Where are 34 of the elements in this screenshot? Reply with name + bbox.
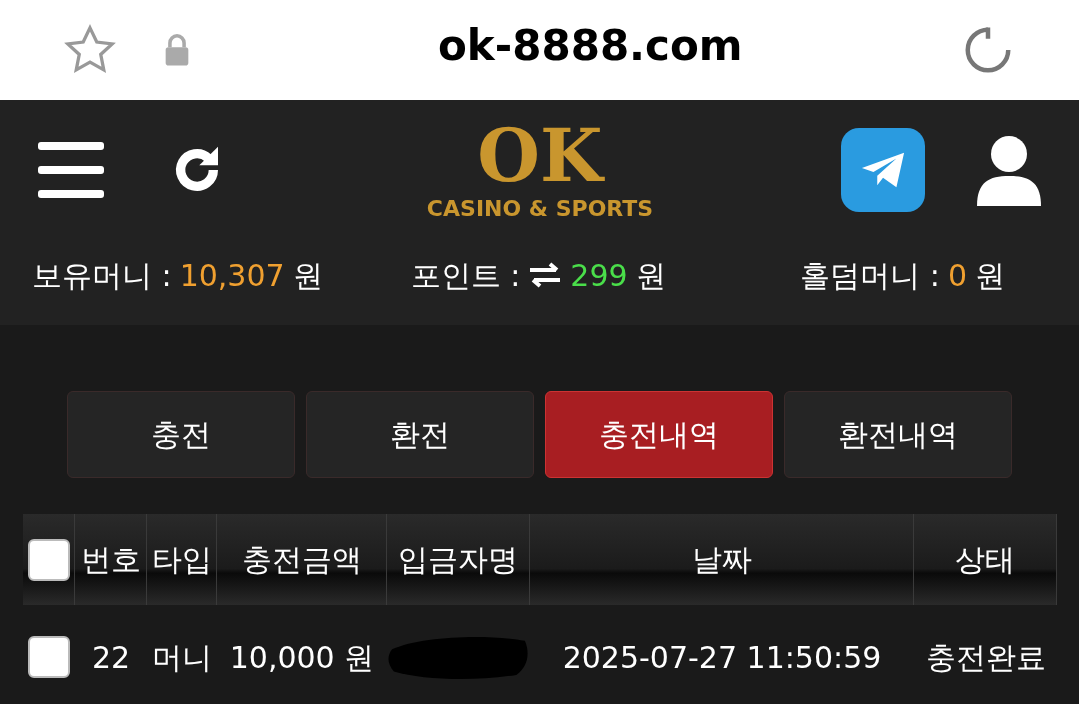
tab[interactable]: 환전내역	[784, 391, 1012, 478]
column-header: 번호	[80, 541, 141, 579]
table-cell-text: 머니	[152, 638, 212, 677]
column-header: 날짜	[691, 541, 752, 579]
url-text[interactable]: ok-8888.com	[438, 14, 743, 77]
balance-value: 0	[947, 256, 967, 295]
table-cell-text: 22	[91, 638, 131, 677]
paper-plane-icon	[860, 150, 906, 190]
balance-label: 보유머니 :	[32, 256, 172, 295]
column-header: 충전금액	[241, 541, 362, 579]
column-header: 상태	[955, 541, 1015, 579]
column-header: 입금자명	[398, 541, 518, 579]
balance-value: 10,307	[179, 256, 285, 295]
exchange-icon	[528, 262, 563, 288]
tab[interactable]: 충전	[67, 391, 295, 478]
checkbox[interactable]	[27, 538, 70, 581]
checkbox[interactable]	[28, 636, 70, 678]
table-cell-text: 충전완료	[925, 638, 1046, 677]
currency-unit: 원	[292, 256, 323, 295]
currency-unit: 원	[635, 256, 666, 295]
balance-label: 홀덤머니 :	[800, 256, 940, 295]
tab[interactable]: 충전내역	[545, 391, 773, 478]
tab[interactable]: 환전	[306, 391, 534, 478]
menu-icon[interactable]	[38, 140, 104, 200]
logo-tagline: CASINO & SPORTS	[426, 195, 654, 223]
balance-value: 299	[570, 256, 628, 295]
balance-label: 포인트 :	[410, 256, 521, 295]
table-cell-text: 2025-07-27 11:50:59	[562, 638, 882, 677]
table-cell-text: 10,000 원	[229, 638, 375, 677]
telegram-button[interactable]	[841, 128, 925, 212]
logo[interactable]: OK	[477, 120, 603, 192]
user-icon[interactable]	[977, 134, 1041, 206]
currency-unit: 원	[975, 256, 1005, 295]
column-header: 타입	[151, 541, 212, 579]
